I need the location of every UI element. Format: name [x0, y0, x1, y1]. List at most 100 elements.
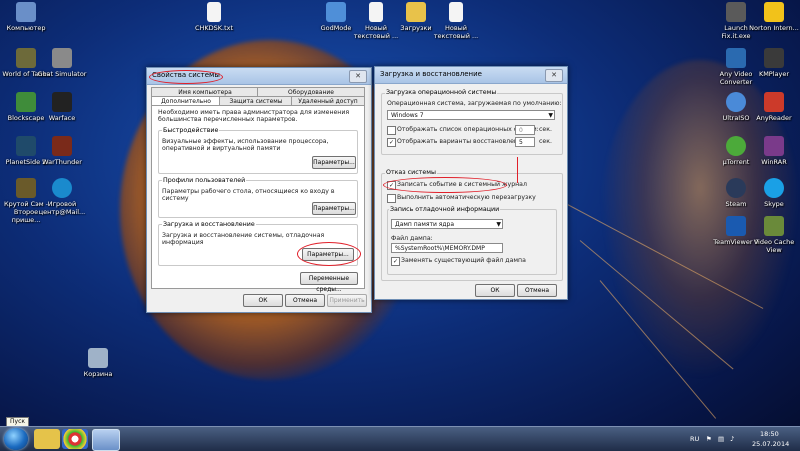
desktop-icon-chkdsk[interactable]: CHKDSK.txt	[188, 2, 240, 32]
seconds-unit: сек.	[539, 126, 552, 133]
desktop-icon-computer[interactable]: Компьютер	[0, 2, 52, 32]
desktop-icon-label: Norton Intern...	[749, 24, 799, 32]
debug-type-value: Дамп памяти ядра	[395, 221, 455, 228]
debug-info-title: Запись отладочной информации	[389, 206, 501, 213]
anyreader-icon	[764, 92, 784, 112]
desktop-icon-label: Goat Simulator	[37, 70, 87, 78]
failure-group-title: Отказ системы	[385, 169, 437, 176]
desktop-icon-label: Игровой центр@Mail...	[38, 200, 86, 216]
desktop-icon-label: Новый текстовый ...	[433, 24, 479, 40]
folder-icon	[326, 2, 346, 22]
desktop-icon-label: KMPlayer	[758, 70, 790, 78]
desktop-icon-label: WinRAR	[761, 158, 787, 166]
show-list-seconds[interactable]: 0	[515, 125, 535, 135]
desktop-icon-game-center[interactable]: Игровой центр@Mail...	[36, 178, 88, 216]
default-os-value: Windows 7	[391, 112, 424, 119]
clock-time[interactable]: 18:50	[760, 430, 779, 438]
chevron-down-icon: ▼	[548, 112, 553, 119]
os-group-title: Загрузка операционной системы	[385, 89, 498, 96]
admin-note: Необходимо иметь права администратора дл…	[158, 109, 350, 123]
game-center-icon	[52, 178, 72, 198]
desktop-icon-norton[interactable]: Norton Intern...	[748, 2, 800, 32]
desktop-icon-goat-simulator[interactable]: Goat Simulator	[36, 48, 88, 78]
cancel-button[interactable]: Отмена	[517, 284, 557, 297]
clock-date[interactable]: 25.07.2014	[752, 440, 789, 448]
desktop-icon-label: Компьютер	[6, 24, 46, 32]
chevron-down-icon: ▼	[496, 221, 501, 228]
performance-settings-button[interactable]: Параметры...	[312, 156, 356, 169]
ok-button[interactable]: ОК	[243, 294, 283, 307]
desktop-icon-warface[interactable]: Warface	[36, 92, 88, 122]
network-icon[interactable]: ▤	[718, 435, 724, 443]
text-file-icon	[207, 2, 221, 22]
tab-panel: Необходимо иметь права администратора дл…	[151, 105, 365, 293]
desktop-icon-kmplayer[interactable]: KMPlayer	[748, 48, 800, 78]
norton-icon	[764, 2, 784, 22]
ok-button[interactable]: ОК	[475, 284, 515, 297]
overwrite-checkbox[interactable]: ✓	[391, 257, 400, 266]
desktop-icon-anyreader[interactable]: AnyReader	[748, 92, 800, 122]
startup-recovery-dialog: Загрузка и восстановление ✕ Загрузка опе…	[374, 66, 568, 300]
start-button[interactable]	[4, 428, 28, 450]
text-file-icon	[449, 2, 463, 22]
show-recovery-seconds[interactable]: 5	[515, 137, 535, 147]
dump-file-label: Файл дампа:	[391, 235, 433, 242]
debug-type-dropdown[interactable]: Дамп памяти ядра ▼	[391, 219, 503, 229]
blockscape-icon	[16, 92, 36, 112]
profiles-title: Профили пользователей	[162, 177, 247, 184]
show-recovery-checkbox[interactable]: ✓	[387, 138, 396, 147]
computer-icon	[16, 2, 36, 22]
warthunder-icon	[52, 136, 72, 156]
auto-restart-label: Выполнить автоматическую перезагрузку	[397, 194, 536, 201]
volume-icon[interactable]: ♪	[730, 435, 734, 443]
cancel-button[interactable]: Отмена	[285, 294, 325, 307]
apply-button[interactable]: Применить	[327, 294, 367, 307]
window-title: Загрузка и восстановление	[380, 70, 482, 78]
red-annotation-mark	[517, 157, 518, 183]
profiles-settings-button[interactable]: Параметры...	[312, 202, 356, 215]
language-indicator[interactable]: RU	[690, 435, 699, 443]
environment-variables-button[interactable]: Переменные среды...	[300, 272, 358, 293]
teamviewer-icon	[726, 216, 746, 236]
performance-text: Визуальные эффекты, использование процес…	[162, 138, 329, 152]
skype-icon	[764, 178, 784, 198]
kmplayer-icon	[764, 48, 784, 68]
dump-file-input[interactable]: %SystemRoot%\MEMORY.DMP	[391, 243, 503, 253]
desktop-icon-new-text-2[interactable]: Новый текстовый ...	[430, 2, 482, 40]
desktop-icon-recycle-bin[interactable]: Корзина	[72, 348, 124, 378]
chrome-taskbar-icon[interactable]	[62, 429, 88, 449]
desktop-icon-skype[interactable]: Skype	[748, 178, 800, 208]
world-of-tanks-icon	[16, 48, 36, 68]
red-annotation-circle	[383, 177, 507, 193]
auto-restart-checkbox[interactable]	[387, 194, 396, 203]
fixit-icon	[726, 2, 746, 22]
ultraiso-icon	[726, 92, 746, 112]
steam-icon	[726, 178, 746, 198]
desktop-icon-label: CHKDSK.txt	[194, 24, 234, 32]
startup-recovery-titlebar[interactable]: Загрузка и восстановление ✕	[375, 67, 567, 84]
flag-icon[interactable]: ⚑	[706, 435, 712, 443]
startup-recovery-title: Загрузка и восстановление	[162, 221, 256, 228]
system-properties-taskbar-icon[interactable]	[92, 429, 120, 451]
show-list-checkbox[interactable]	[387, 126, 396, 135]
goat-simulator-icon	[52, 48, 72, 68]
close-button[interactable]: ✕	[545, 69, 563, 82]
winrar-icon	[764, 136, 784, 156]
desktop-icon-video-cache-view[interactable]: Video Cache View	[748, 216, 800, 254]
desktop-icon-label: WarThunder	[42, 158, 82, 166]
recycle-bin-icon	[88, 348, 108, 368]
video-converter-icon	[726, 48, 746, 68]
desktop-icon-winrar[interactable]: WinRAR	[748, 136, 800, 166]
default-os-dropdown[interactable]: Windows 7 ▼	[387, 110, 555, 120]
red-annotation-circle	[149, 70, 223, 84]
explorer-taskbar-icon[interactable]	[34, 429, 60, 449]
desktop-icon-label: Корзина	[83, 370, 113, 378]
utorrent-icon	[726, 136, 746, 156]
close-button[interactable]: ✕	[349, 70, 367, 83]
desktop-icon-label: Video Cache View	[753, 238, 795, 254]
red-annotation-circle	[297, 242, 361, 266]
desktop-icon-warthunder[interactable]: WarThunder	[36, 136, 88, 166]
profiles-text: Параметры рабочего стола, относящиеся ко…	[162, 188, 335, 202]
overwrite-label: Заменять существующий файл дампа	[401, 257, 526, 264]
system-properties-window: Свойства системы ✕ Имя компьютера Оборуд…	[146, 67, 372, 313]
